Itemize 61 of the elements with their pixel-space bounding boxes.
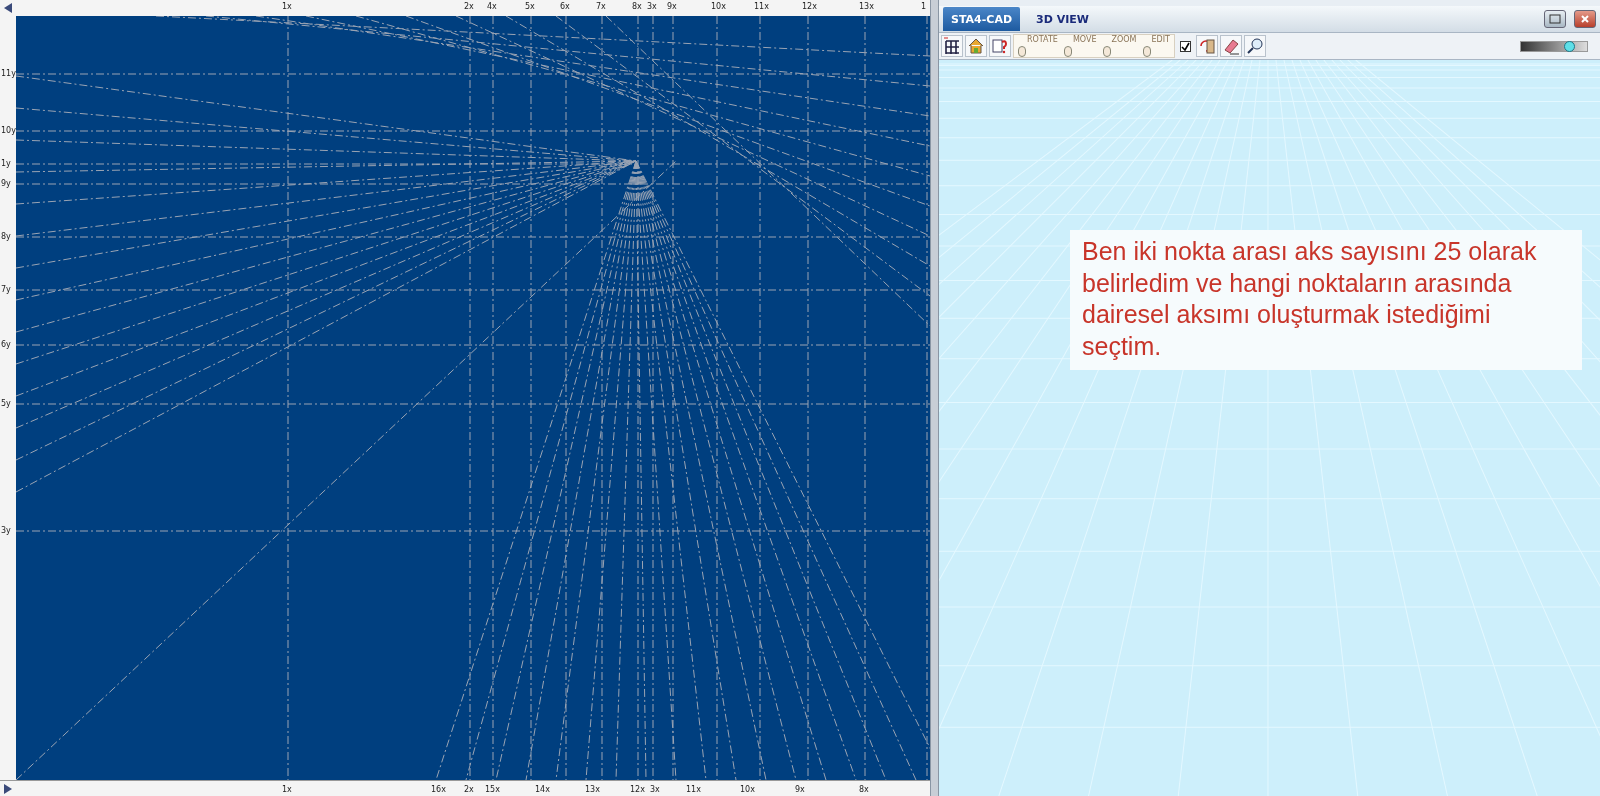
axis-label: 1x: [282, 2, 292, 12]
axis-label: 5y: [1, 399, 11, 409]
refresh-button[interactable]: [1195, 35, 1218, 57]
view-tab[interactable]: 3D VIEW: [1028, 7, 1097, 31]
axis-label: 9x: [667, 2, 677, 12]
zoom-button[interactable]: [1243, 35, 1266, 57]
axis-label: 12x: [630, 785, 645, 795]
axis-label: 7y: [1, 285, 11, 295]
mouse-icon: [1142, 46, 1151, 57]
axis-label: 11y: [1, 69, 16, 79]
mouse-icon: [1018, 46, 1026, 57]
axis-label: 7x: [596, 2, 606, 12]
window-icon: [1549, 14, 1561, 24]
brightness-slider[interactable]: [1520, 40, 1588, 52]
axis-label: 6x: [560, 2, 570, 12]
mouse-mode-button[interactable]: EDIT: [1140, 35, 1172, 57]
axis-label: 6y: [1, 340, 11, 350]
axis-label: 3y: [1, 526, 11, 536]
axis-label: 8y: [1, 232, 11, 242]
slider-thumb[interactable]: [1563, 40, 1575, 52]
axis-label: 3x: [647, 2, 657, 12]
axis-label: 16x: [431, 785, 446, 795]
mouse-icon: [1102, 46, 1111, 57]
axis-label: 5x: [525, 2, 535, 12]
mouse-mode-button[interactable]: ROTATE: [1016, 35, 1060, 57]
view-tab[interactable]: STA4-CAD: [943, 7, 1021, 31]
axis-label: 8x: [632, 2, 642, 12]
axis-label: 10x: [711, 2, 726, 12]
grid-button[interactable]: [941, 35, 963, 57]
help-button[interactable]: [989, 35, 1011, 57]
axis-label: 12x: [802, 2, 817, 12]
axis-label: 11x: [686, 785, 701, 795]
mouse-icon: [1063, 46, 1072, 57]
annotation-note: Ben iki nokta arası aks sayısını 25 olarak belirledim ve hangi noktaların arasında dairesel aksımı oluşturmak istediğimi seçtim.: [1070, 230, 1582, 370]
axis-label: 1y: [1, 159, 11, 169]
axis-label: 13x: [859, 2, 874, 12]
axis-label: 2x: [464, 785, 474, 795]
axis-label: 4x: [487, 2, 497, 12]
eraser-button[interactable]: [1219, 35, 1242, 57]
mouse-mode-button[interactable]: ZOOM: [1100, 35, 1139, 57]
restore-button[interactable]: [1544, 10, 1566, 28]
axis-label: 8x: [859, 785, 869, 795]
scroll-right-icon[interactable]: [2, 783, 14, 795]
axis-label: 3x: [650, 785, 660, 795]
axis-label: 11x: [754, 2, 769, 12]
axis-label: 10y: [1, 126, 16, 136]
axis-label: 14x: [535, 785, 550, 795]
scroll-left-icon[interactable]: [2, 2, 14, 14]
axis-label: 1x: [282, 785, 292, 795]
close-icon: [1580, 14, 1590, 24]
axis-label: 9x: [795, 785, 805, 795]
close-button[interactable]: [1574, 10, 1596, 28]
axis-label: 15x: [485, 785, 500, 795]
axis-label: 2x: [464, 2, 474, 12]
axis-label: 13x: [585, 785, 600, 795]
axis-label: 10x: [740, 785, 755, 795]
house-button[interactable]: [965, 35, 987, 57]
mouse-mode-button[interactable]: MOVE: [1061, 35, 1099, 57]
axis-label: 9y: [1, 179, 11, 189]
show-checkbox[interactable]: [1179, 40, 1191, 52]
axis-label: 1: [921, 2, 927, 12]
